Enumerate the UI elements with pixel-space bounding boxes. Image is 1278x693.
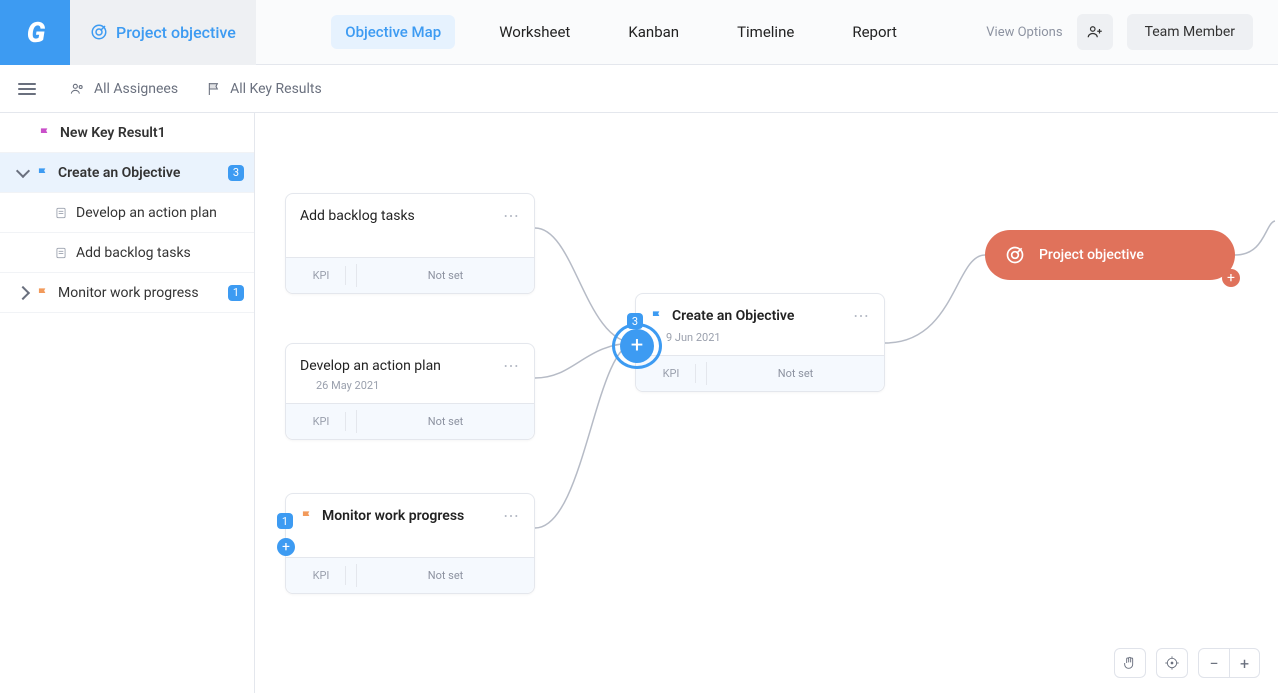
view-tabs: Objective Map Worksheet Kanban Timeline … xyxy=(256,15,986,49)
tab-report[interactable]: Report xyxy=(838,15,911,49)
filter-assignees[interactable]: All Assignees xyxy=(70,81,178,97)
target-icon xyxy=(1005,245,1025,265)
logo-glyph: G xyxy=(27,16,44,49)
sidebar: New Key Result1 Create an Objective 3 De… xyxy=(0,113,255,693)
sidebar-item-create-objective[interactable]: Create an Objective 3 xyxy=(0,153,254,193)
tab-kanban[interactable]: Kanban xyxy=(614,15,693,49)
view-options-button[interactable]: View Options xyxy=(986,25,1062,40)
center-view-button[interactable] xyxy=(1157,649,1187,677)
target-icon xyxy=(90,23,108,41)
flag-icon xyxy=(38,126,52,140)
card-date: 9 Jun 2021 xyxy=(666,331,721,344)
flag-icon xyxy=(300,509,314,523)
sidebar-item-label: Develop an action plan xyxy=(76,205,217,221)
chevron-right-icon xyxy=(16,285,30,299)
people-plus-icon xyxy=(1086,23,1104,41)
expand-children-button[interactable]: + xyxy=(620,329,654,363)
sidebar-subitem-develop-plan[interactable]: Develop an action plan xyxy=(0,193,254,233)
tab-worksheet[interactable]: Worksheet xyxy=(485,15,584,49)
card-monitor-progress[interactable]: Monitor work progress ⋯ KPI Not set xyxy=(285,493,535,594)
add-child-button[interactable]: + xyxy=(277,538,295,556)
share-people-button[interactable] xyxy=(1077,14,1113,50)
document-icon xyxy=(54,246,68,260)
card-title: Monitor work progress xyxy=(322,508,464,524)
kpi-value: Not set xyxy=(357,258,534,293)
team-member-label: Team Member xyxy=(1145,24,1235,40)
crosshair-icon xyxy=(1164,655,1180,671)
card-more-icon[interactable]: ⋯ xyxy=(503,506,520,525)
kpi-value: Not set xyxy=(357,404,534,439)
objective-title: Project objective xyxy=(1039,247,1144,263)
objective-card[interactable]: Project objective xyxy=(985,230,1235,280)
card-title: Add backlog tasks xyxy=(300,208,415,224)
card-kpi-row: KPI Not set xyxy=(286,403,534,439)
top-right-actions: View Options Team Member xyxy=(986,14,1278,50)
sidebar-item-label: Add backlog tasks xyxy=(76,245,191,261)
card-more-icon[interactable]: ⋯ xyxy=(853,306,870,325)
tab-timeline[interactable]: Timeline xyxy=(723,15,808,49)
chevron-down-icon xyxy=(16,163,30,177)
hamburger-menu-icon[interactable] xyxy=(12,83,42,95)
card-date: 26 May 2021 xyxy=(316,379,379,392)
flag-icon xyxy=(206,81,222,97)
canvas[interactable]: Add backlog tasks ⋯ KPI Not set Develop … xyxy=(255,113,1278,693)
card-more-icon[interactable]: ⋯ xyxy=(503,356,520,375)
card-develop-plan[interactable]: Develop an action plan ⋯ 26 May 2021 KPI… xyxy=(285,343,535,440)
view-controls: − + xyxy=(1114,648,1260,678)
card-kpi-row: KPI Not set xyxy=(286,257,534,293)
page-title: Project objective xyxy=(116,23,236,42)
filter-key-results-label: All Key Results xyxy=(230,81,322,97)
page-title-box[interactable]: Project objective xyxy=(70,0,256,65)
card-more-icon[interactable]: ⋯ xyxy=(503,206,520,225)
team-member-button[interactable]: Team Member xyxy=(1127,14,1253,50)
app-logo[interactable]: G xyxy=(0,0,70,65)
card-create-objective[interactable]: Create an Objective ⋯ 9 Jun 2021 KPI Not… xyxy=(635,293,885,392)
zoom-in-button[interactable]: + xyxy=(1229,649,1259,677)
add-objective-child-button[interactable]: + xyxy=(1222,269,1240,287)
flag-icon xyxy=(36,286,50,300)
flag-icon xyxy=(36,166,50,180)
sidebar-badge: 1 xyxy=(228,285,244,301)
tab-objective-map[interactable]: Objective Map xyxy=(331,15,455,49)
pan-hand-button[interactable] xyxy=(1115,649,1145,677)
child-count-badge: 3 xyxy=(627,313,643,329)
card-kpi-row: KPI Not set xyxy=(636,355,884,391)
card-title: Create an Objective xyxy=(672,308,794,324)
people-icon xyxy=(70,81,86,97)
hand-icon xyxy=(1122,655,1138,671)
main-area: New Key Result1 Create an Objective 3 De… xyxy=(0,113,1278,693)
filter-assignees-label: All Assignees xyxy=(94,81,178,97)
sidebar-badge: 3 xyxy=(228,165,244,181)
sidebar-subitem-add-backlog[interactable]: Add backlog tasks xyxy=(0,233,254,273)
filter-key-results[interactable]: All Key Results xyxy=(206,81,322,97)
document-icon xyxy=(54,206,68,220)
kpi-value: Not set xyxy=(707,356,884,391)
sidebar-item-label: Create an Objective xyxy=(58,165,180,181)
zoom-out-button[interactable]: − xyxy=(1199,649,1229,677)
sidebar-item-label: New Key Result1 xyxy=(60,125,166,141)
top-bar: G Project objective Objective Map Worksh… xyxy=(0,0,1278,65)
child-count-badge: 1 xyxy=(277,513,293,529)
card-add-backlog[interactable]: Add backlog tasks ⋯ KPI Not set xyxy=(285,193,535,294)
filter-bar: All Assignees All Key Results xyxy=(0,65,1278,113)
flag-icon xyxy=(650,309,664,323)
sidebar-item-label: Monitor work progress xyxy=(58,285,199,301)
sidebar-item-monitor-progress[interactable]: Monitor work progress 1 xyxy=(0,273,254,313)
kpi-value: Not set xyxy=(357,558,534,593)
card-title: Develop an action plan xyxy=(300,358,441,374)
card-kpi-row: KPI Not set xyxy=(286,557,534,593)
sidebar-item-new-key-result[interactable]: New Key Result1 xyxy=(0,113,254,153)
